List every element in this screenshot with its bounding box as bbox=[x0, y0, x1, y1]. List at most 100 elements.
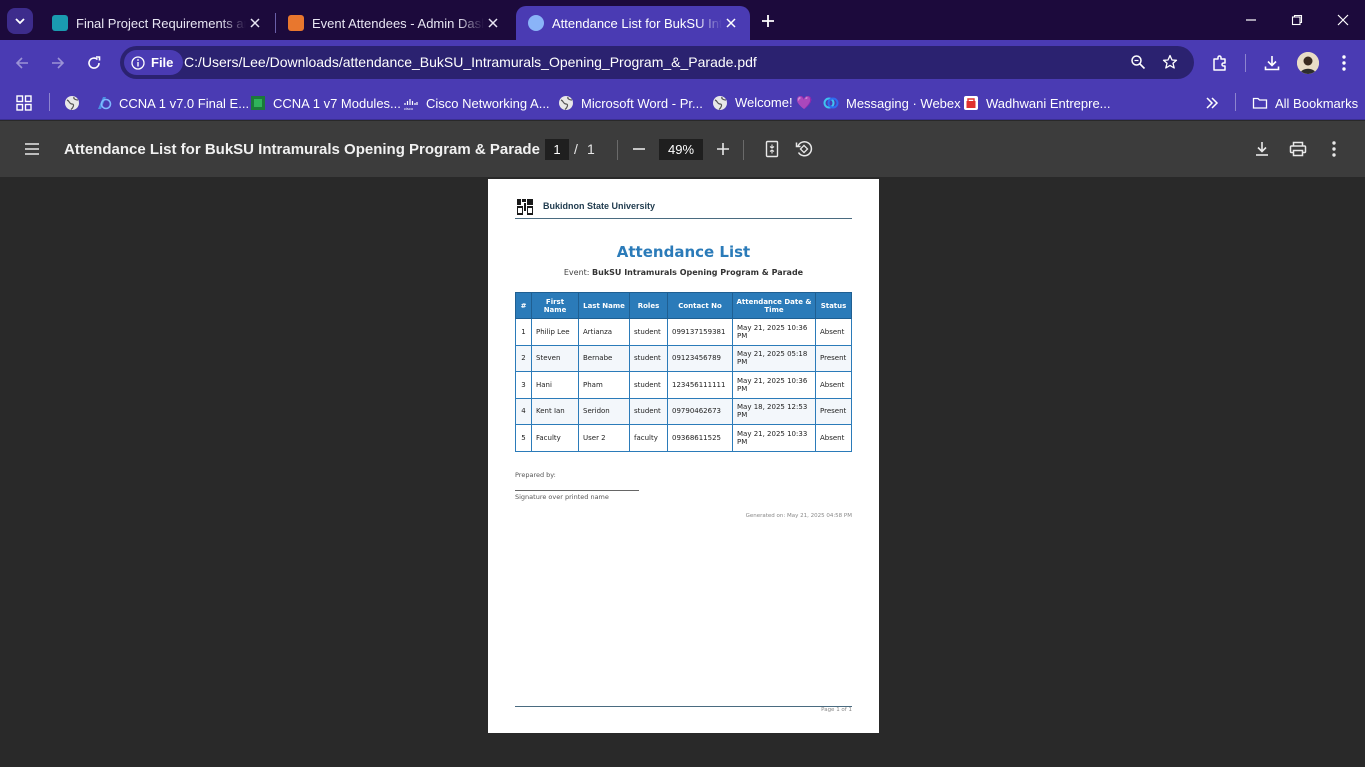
pdf-download-button[interactable] bbox=[1250, 137, 1274, 161]
bookmark-separator bbox=[1235, 93, 1236, 111]
table-cell: Absent bbox=[815, 424, 852, 452]
table-cell: student bbox=[629, 318, 668, 346]
page-slash: / bbox=[574, 141, 578, 157]
browser-toolbar: File C:/Users/Lee/Downloads/attendance_B… bbox=[0, 40, 1365, 86]
buksu-logo bbox=[515, 197, 535, 217]
pdf-toolbar: Attendance List for BukSU Intramurals Op… bbox=[0, 121, 1365, 177]
tab-strip: Final Project Requirements and Event Att… bbox=[0, 0, 1365, 40]
classroom-icon bbox=[52, 15, 68, 31]
minimize-button[interactable] bbox=[1228, 0, 1274, 40]
all-bookmarks-button[interactable]: All Bookmarks bbox=[1252, 92, 1358, 114]
table-header-row: # First Name Last Name Roles Contact No … bbox=[515, 292, 852, 319]
address-bar[interactable]: File C:/Users/Lee/Downloads/attendance_B… bbox=[120, 46, 1194, 79]
apps-button[interactable] bbox=[16, 92, 32, 114]
tab-title: Attendance List for BukSU Intra bbox=[552, 15, 722, 31]
table-cell: student bbox=[629, 344, 668, 372]
pdf-title: Attendance List for BukSU Intramurals Op… bbox=[64, 141, 540, 158]
bookmark-label: CCNA 1 v7 Modules... bbox=[273, 95, 401, 111]
zoom-out-button[interactable] bbox=[627, 137, 651, 161]
tab-title: Event Attendees - Admin Dashb bbox=[312, 15, 484, 31]
minimize-icon bbox=[1246, 19, 1256, 21]
event-name: BukSU Intramurals Opening Program & Para… bbox=[592, 268, 804, 277]
downloads-button[interactable] bbox=[1259, 50, 1285, 76]
table-cell: Hani bbox=[531, 371, 579, 399]
bookmark-label: Microsoft Word - Pr... bbox=[581, 95, 703, 111]
site-info-chip[interactable]: File bbox=[124, 50, 184, 75]
browser-menu-button[interactable] bbox=[1331, 50, 1357, 76]
avatar-icon bbox=[1297, 52, 1319, 74]
xampp-icon bbox=[288, 15, 304, 31]
tab-final-project[interactable]: Final Project Requirements and bbox=[40, 6, 274, 40]
bookmark-star-button[interactable] bbox=[1160, 52, 1180, 72]
bookmark-ccna-final[interactable]: CCNA 1 v7.0 Final E... bbox=[96, 92, 249, 114]
fit-page-button[interactable] bbox=[760, 137, 784, 161]
back-button[interactable] bbox=[8, 49, 36, 77]
bookmark-globe[interactable] bbox=[64, 92, 80, 114]
globe-icon bbox=[558, 95, 574, 111]
toolbar-divider bbox=[617, 140, 618, 160]
arrow-left-icon bbox=[15, 57, 28, 69]
print-button[interactable] bbox=[1286, 137, 1310, 161]
plus-icon bbox=[762, 15, 774, 27]
document-title: Attendance List bbox=[616, 243, 751, 261]
bookmark-webex[interactable]: Messaging · Webex bbox=[823, 92, 961, 114]
bookmark-wadhwani[interactable]: Wadhwani Entrepre... bbox=[963, 92, 1111, 114]
chip-label: File bbox=[151, 55, 174, 70]
tab-attendance-list[interactable]: Attendance List for BukSU Intra bbox=[516, 6, 750, 40]
toolbar-separator bbox=[1245, 54, 1246, 72]
table-row: 5 Faculty User 2 faculty 09368611525 May… bbox=[515, 424, 852, 452]
bookmark-microsoft-word[interactable]: Microsoft Word - Pr... bbox=[558, 92, 703, 114]
restore-button[interactable] bbox=[1274, 0, 1320, 40]
column-header: # bbox=[515, 292, 532, 319]
page-number-input[interactable]: 1 bbox=[545, 139, 569, 160]
close-tab-button[interactable] bbox=[246, 14, 264, 32]
minus-icon bbox=[633, 148, 645, 150]
new-tab-button[interactable] bbox=[757, 10, 779, 32]
zoom-in-button[interactable] bbox=[711, 137, 735, 161]
plus-icon bbox=[717, 143, 729, 155]
bookmark-label: All Bookmarks bbox=[1275, 95, 1359, 111]
star-icon bbox=[1162, 54, 1178, 69]
table-cell: 099137159381 bbox=[667, 318, 733, 346]
close-window-button[interactable] bbox=[1320, 0, 1365, 40]
cisco-icon: cisco bbox=[403, 95, 419, 111]
kebab-menu-icon bbox=[1342, 55, 1346, 71]
download-icon bbox=[1264, 56, 1280, 71]
reload-icon bbox=[88, 56, 101, 69]
profile-avatar[interactable] bbox=[1297, 52, 1319, 74]
table-cell: 09790462673 bbox=[667, 397, 733, 425]
url-text[interactable]: C:/Users/Lee/Downloads/attendance_BukSU_… bbox=[184, 54, 757, 70]
bookmark-welcome[interactable]: Welcome! 💜 bbox=[712, 92, 812, 114]
close-tab-button[interactable] bbox=[484, 14, 502, 32]
kebab-menu-icon bbox=[1332, 141, 1336, 157]
zoom-button[interactable] bbox=[1128, 52, 1148, 72]
toolbar-divider bbox=[743, 140, 744, 160]
info-icon bbox=[131, 55, 145, 70]
pdf-more-button[interactable] bbox=[1322, 137, 1346, 161]
tab-event-attendees[interactable]: Event Attendees - Admin Dashb bbox=[276, 6, 512, 40]
more-bookmarks-button[interactable] bbox=[1204, 92, 1220, 114]
close-icon bbox=[726, 18, 736, 28]
bookmark-ccna-modules[interactable]: CCNA 1 v7 Modules... bbox=[250, 92, 401, 114]
table-cell: 123456111111 bbox=[667, 371, 733, 399]
close-tab-button[interactable] bbox=[722, 14, 740, 32]
zoom-level-input[interactable]: 49% bbox=[659, 139, 703, 160]
apps-grid-icon bbox=[16, 95, 32, 111]
globe-icon bbox=[712, 95, 728, 111]
bookmark-cisco[interactable]: cisco Cisco Networking A... bbox=[403, 92, 550, 114]
sidebar-menu-button[interactable] bbox=[20, 137, 44, 161]
table-cell: May 21, 2025 10:36 PM bbox=[732, 371, 816, 399]
chevron-down-icon bbox=[15, 18, 25, 25]
tab-search-button[interactable] bbox=[7, 8, 33, 34]
printer-icon bbox=[1289, 141, 1307, 157]
table-cell: May 21, 2025 10:36 PM bbox=[732, 318, 816, 346]
extensions-button[interactable] bbox=[1207, 50, 1233, 76]
forward-button[interactable] bbox=[44, 49, 72, 77]
rotate-button[interactable] bbox=[792, 137, 816, 161]
bookmark-label: Wadhwani Entrepre... bbox=[986, 95, 1111, 111]
close-icon bbox=[1337, 14, 1349, 26]
table-cell: student bbox=[629, 371, 668, 399]
globe-icon bbox=[528, 15, 544, 31]
table-cell: 2 bbox=[515, 344, 532, 372]
reload-button[interactable] bbox=[80, 49, 108, 77]
